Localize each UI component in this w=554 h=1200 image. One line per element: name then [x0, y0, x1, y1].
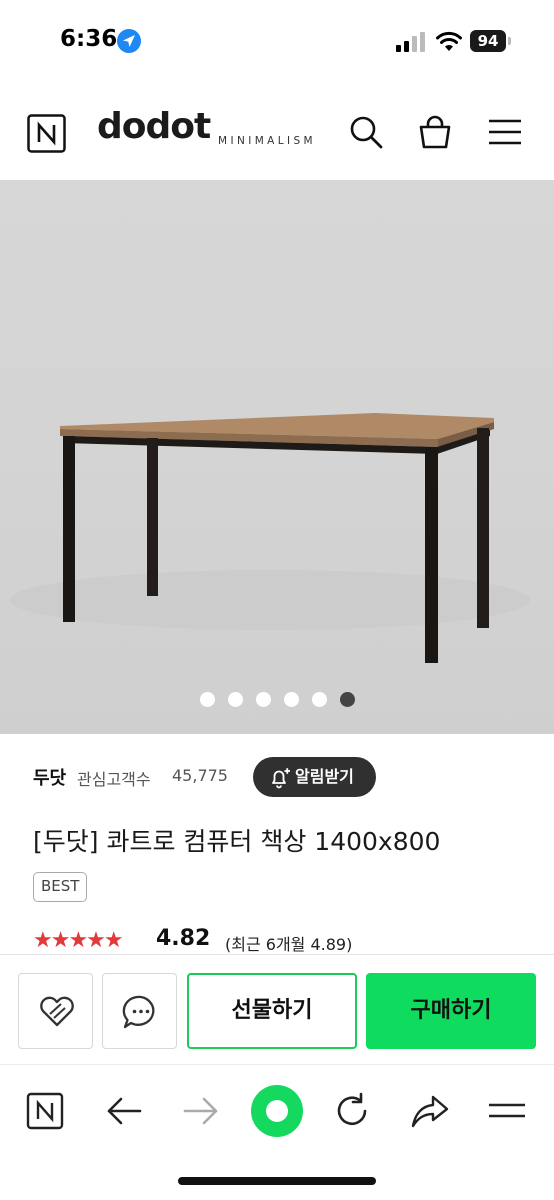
battery-cap: [508, 37, 511, 45]
best-badge: BEST: [33, 872, 88, 902]
reload-icon[interactable]: [332, 1091, 372, 1131]
carousel-dot[interactable]: [199, 692, 215, 707]
seller-row: 두닷 관심고객수 45,775 알림받기: [0, 752, 554, 802]
brand-logo[interactable]: dodot: [97, 106, 211, 147]
gift-button[interactable]: 선물하기: [187, 973, 357, 1049]
bell-plus-icon: [272, 768, 290, 789]
home-indicator: [178, 1177, 376, 1185]
carousel-dot[interactable]: [311, 692, 327, 707]
brand-tagline: MINIMALISM: [218, 135, 317, 147]
carousel-dot-active[interactable]: [339, 692, 355, 707]
browser-toolbar: [0, 1064, 554, 1200]
desk-illustration: [10, 413, 530, 663]
forward-arrow-icon[interactable]: [181, 1091, 221, 1131]
carousel-dot[interactable]: [255, 692, 271, 707]
search-icon[interactable]: [348, 114, 384, 150]
carousel-dots: [0, 692, 554, 712]
shopping-bag-icon[interactable]: [417, 114, 453, 150]
wishlist-button[interactable]: [18, 973, 93, 1049]
wifi-icon: [436, 31, 462, 51]
menu-icon[interactable]: [487, 114, 523, 150]
product-image[interactable]: [0, 180, 554, 734]
battery-level: 94: [470, 30, 506, 52]
purchase-action-bar: 선물하기 구매하기: [0, 954, 554, 1064]
status-time: 6:36: [60, 26, 118, 52]
follower-count: 45,775: [172, 766, 228, 785]
heart-icon: [40, 996, 74, 1027]
location-arrow-icon: [117, 29, 141, 53]
carousel-dot[interactable]: [283, 692, 299, 707]
notify-button[interactable]: 알림받기: [253, 757, 376, 797]
buy-button[interactable]: 구매하기: [366, 973, 536, 1049]
notify-label: 알림받기: [295, 767, 354, 786]
product-title: [두닷] 콰트로 컴퓨터 책상 1400x800: [33, 827, 441, 856]
tabs-icon[interactable]: [487, 1091, 527, 1131]
rating-score: 4.82: [156, 926, 211, 951]
status-bar: 6:36 94: [0, 0, 554, 84]
seller-name[interactable]: 두닷: [33, 764, 66, 790]
back-arrow-icon[interactable]: [104, 1091, 144, 1131]
home-button-dot: [266, 1100, 288, 1122]
star-rating-icon: ★★★★★: [33, 928, 124, 953]
carousel-dot[interactable]: [227, 692, 243, 707]
chat-button[interactable]: [102, 973, 177, 1049]
chat-icon: [122, 995, 155, 1029]
home-button[interactable]: [251, 1085, 303, 1137]
n-logo-icon[interactable]: [25, 1091, 65, 1131]
n-logo-icon[interactable]: [27, 114, 66, 153]
recent-rating: (최근 6개월 4.89): [225, 935, 353, 954]
brand-header: dodot MINIMALISM: [0, 84, 554, 180]
share-icon[interactable]: [410, 1091, 450, 1131]
follower-label: 관심고객수: [77, 770, 151, 789]
signal-icon: [396, 32, 425, 52]
